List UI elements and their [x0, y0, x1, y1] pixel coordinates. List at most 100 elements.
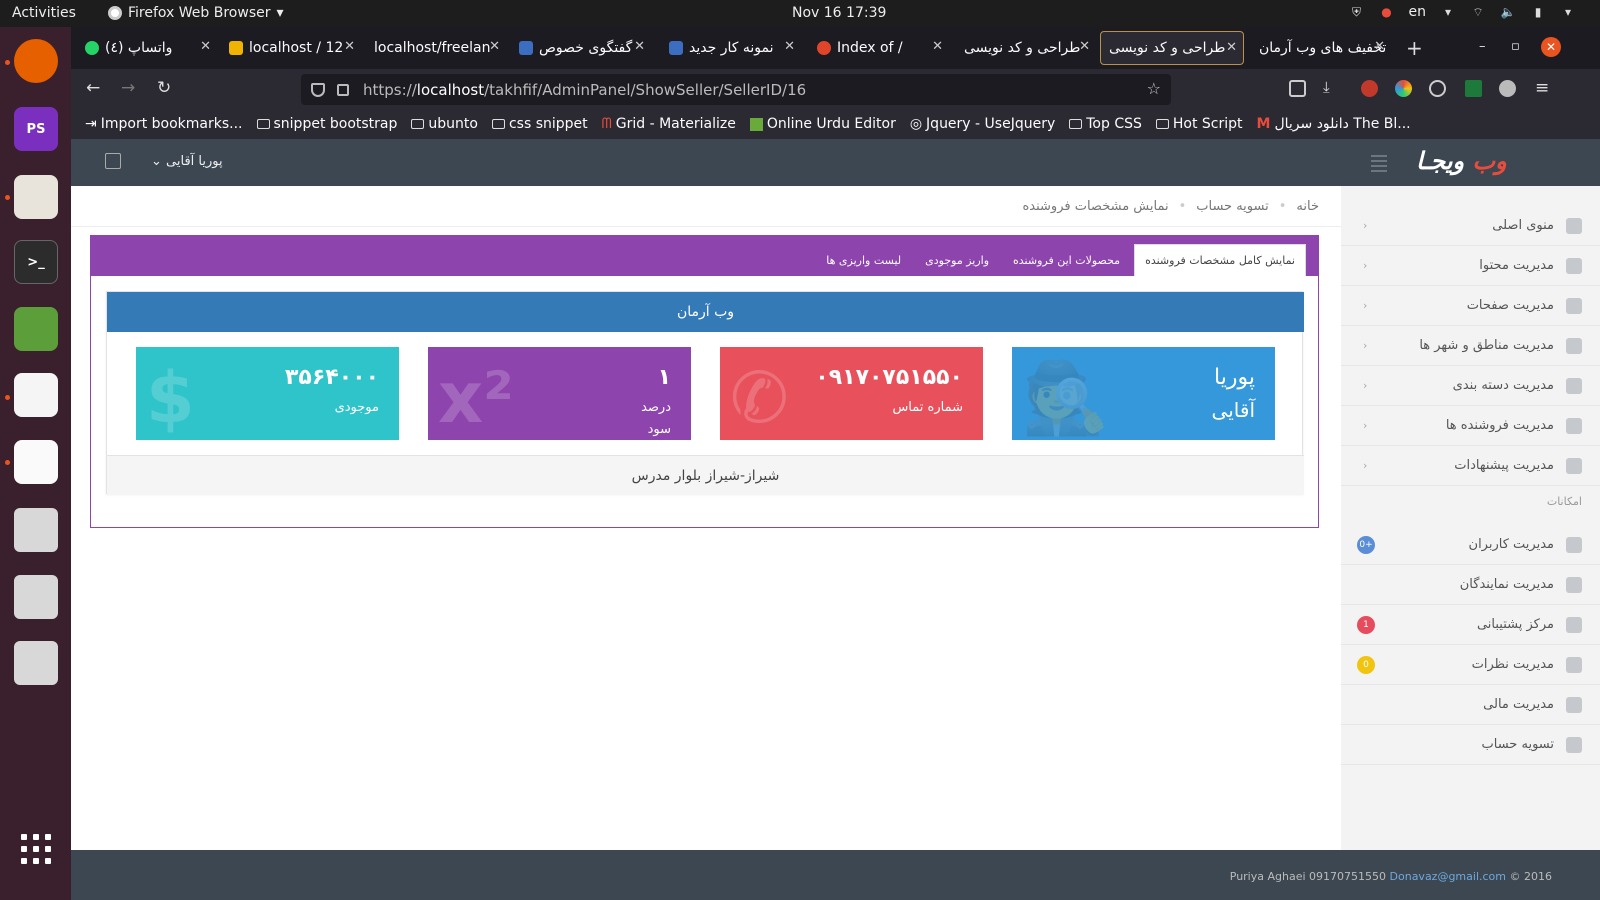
admin-header: ⌄ پوریا آقایی وب ویجـا [71, 139, 1600, 186]
extension-icon[interactable] [1429, 80, 1446, 97]
breadcrumb-parent[interactable]: تسویه حساب [1196, 199, 1268, 214]
chevron-left-icon: ‹ [1363, 419, 1368, 432]
bookmark-item[interactable]: css snippet [491, 116, 588, 132]
battery-icon[interactable]: ▮ [1530, 4, 1546, 20]
bookmark-item[interactable]: ubunto [411, 116, 478, 132]
show-apps-icon[interactable] [21, 834, 51, 864]
app-menu[interactable]: Firefox Web Browser ▾ [108, 5, 284, 21]
sidebar-item-settlement[interactable]: تسویه حساب [1341, 725, 1600, 765]
bookmark-item[interactable]: ⇥ Import bookmarks... [85, 116, 243, 132]
close-icon[interactable]: ✕ [1226, 40, 1237, 55]
terminal-dock-icon[interactable]: >_ [14, 240, 58, 284]
notification-icon[interactable]: ● [1379, 4, 1395, 20]
hamburger-menu-icon[interactable]: ≡ [1535, 78, 1549, 98]
reload-button[interactable]: ↻ [157, 78, 171, 98]
sidebar-item-pages[interactable]: مدیریت صفحات ‹ [1341, 286, 1600, 326]
sidebar-item-finance[interactable]: مدیریت مالی [1341, 685, 1600, 725]
sidebar-item-sellers[interactable]: مدیریت فروشنده ها ‹ [1341, 406, 1600, 446]
browser-tab[interactable]: گفتگوی خصوص ✕ [511, 31, 651, 65]
disk-dock-icon[interactable] [14, 508, 58, 552]
close-icon[interactable]: ✕ [784, 39, 795, 54]
tracking-shield-icon[interactable] [311, 82, 325, 97]
chevron-down-icon: ▾ [1444, 5, 1452, 19]
text-editor-dock-icon[interactable] [14, 440, 58, 484]
close-icon[interactable]: ✕ [489, 39, 500, 54]
bookmark-item[interactable]: Online Urdu Editor [749, 116, 896, 132]
maximize-button[interactable]: ▫ [1511, 39, 1520, 54]
site-logo[interactable]: وب ویجـا [1416, 147, 1507, 175]
sidebar-item-users[interactable]: مدیریت کاربران +0 [1341, 525, 1600, 565]
activities-button[interactable]: Activities [12, 5, 76, 21]
bookmark-item[interactable]: ᗰ Grid - Materialize [602, 116, 736, 132]
bookmark-item[interactable]: Hot Script [1155, 116, 1243, 132]
bookmark-item[interactable]: M دانلود سریال The Bl... [1257, 116, 1411, 132]
phpstorm-dock-icon[interactable]: PS [14, 107, 58, 151]
forward-button[interactable]: → [121, 78, 135, 98]
browser-tab-active[interactable]: طراحی و کد نویسی ✕ [1100, 31, 1244, 65]
window-close-button[interactable]: ✕ [1541, 37, 1561, 57]
browser-tab[interactable]: واتساپ (٤) ✕ [77, 31, 217, 65]
minimize-button[interactable]: – [1479, 39, 1486, 54]
disk-dock-icon[interactable] [14, 575, 58, 619]
tab-deposit-balance[interactable]: واریز موجودی [915, 244, 999, 276]
browser-tab[interactable]: نمونه کار جدید ✕ [661, 31, 801, 65]
bookmark-item[interactable]: ◎ Jquery - UseJquery [910, 116, 1055, 132]
sidebar-item-comments[interactable]: مدیریت نظرات 0 [1341, 645, 1600, 685]
ublock-icon[interactable] [1361, 80, 1378, 97]
system-tray[interactable]: ⛨ ● en ▾ ⌔ 🔈 ▮ ▾ [1349, 4, 1577, 20]
close-icon[interactable]: ✕ [1079, 39, 1090, 54]
check-icon [1566, 736, 1582, 753]
download-icon[interactable]: ⤓ [1323, 78, 1330, 96]
close-icon[interactable]: ✕ [1374, 39, 1385, 54]
browser-tab[interactable]: طراحی و کد نویسی ✕ [956, 31, 1096, 65]
bookmark-item[interactable]: Top CSS [1069, 116, 1142, 132]
browser-tab[interactable]: localhost / 12 ✕ [221, 31, 361, 65]
cart-icon [1566, 457, 1582, 474]
tab-seller-products[interactable]: محصولات این فروشنده [1003, 244, 1130, 276]
browser-tab[interactable]: Index of / ✕ [809, 31, 949, 65]
close-icon[interactable]: ✕ [634, 39, 645, 54]
logout-icon[interactable] [105, 153, 121, 169]
sidebar-item-label: مدیریت صفحات [1466, 298, 1554, 313]
new-tab-button[interactable]: + [1406, 36, 1423, 60]
shield-icon[interactable]: ⛨ [1349, 4, 1365, 20]
lock-icon[interactable] [337, 83, 349, 96]
extension-icon[interactable] [1465, 80, 1482, 97]
pocket-icon[interactable] [1289, 80, 1306, 97]
editor-dock-icon[interactable] [14, 307, 58, 351]
sidebar-item-content[interactable]: مدیریت محتوا ‹ [1341, 246, 1600, 286]
back-button[interactable]: ← [86, 78, 100, 98]
sidebar-item-representatives[interactable]: مدیریت نمایندگان [1341, 565, 1600, 605]
sidebar-item-regions[interactable]: مدیریت مناطق و شهر ها ‹ [1341, 326, 1600, 366]
document-viewer-dock-icon[interactable] [14, 373, 58, 417]
tab-seller-details[interactable]: نمایش کامل مشخصات فروشنده [1134, 244, 1306, 276]
wifi-icon[interactable]: ⌔ [1470, 4, 1486, 20]
close-icon[interactable]: ✕ [932, 39, 943, 54]
sidebar-item-main-menu[interactable]: منوی اصلی ‹ [1341, 206, 1600, 246]
disk-dock-icon[interactable] [14, 641, 58, 685]
footer-email-link[interactable]: Donavaz@gmail.com [1390, 870, 1506, 883]
close-icon[interactable]: ✕ [344, 39, 355, 54]
bookmark-star-icon[interactable]: ☆ [1147, 79, 1161, 98]
browser-tab[interactable]: تخفیف های وب آرمان ✕ [1251, 31, 1391, 65]
sidebar-toggle-icon[interactable] [1371, 155, 1387, 172]
bookmark-item[interactable]: snippet bootstrap [256, 116, 397, 132]
sidebar-item-offers[interactable]: مدیریت پیشنهادات ‹ [1341, 446, 1600, 486]
browser-tab[interactable]: localhost/freelan ✕ [366, 31, 506, 65]
sidebar-item-support[interactable]: مرکز پشتیبانی 1 [1341, 605, 1600, 645]
breadcrumb-home[interactable]: خانه [1296, 199, 1319, 214]
url-text[interactable]: https://localhost/takhfif/AdminPanel/Sho… [363, 81, 806, 99]
close-icon[interactable]: ✕ [200, 39, 211, 54]
list-icon [1566, 377, 1582, 394]
color-picker-icon[interactable] [1395, 80, 1412, 97]
tab-deposits-list[interactable]: لیست واریزی ها [816, 244, 911, 276]
clock[interactable]: Nov 16 17:39 [792, 5, 886, 21]
address-bar[interactable]: https://localhost/takhfif/AdminPanel/Sho… [301, 74, 1171, 105]
user-menu[interactable]: ⌄ پوریا آقایی [151, 154, 223, 169]
volume-icon[interactable]: 🔈 [1500, 4, 1516, 20]
sidebar-item-categories[interactable]: مدیریت دسته بندی ‹ [1341, 366, 1600, 406]
extension-icon[interactable] [1499, 80, 1516, 97]
firefox-dock-icon[interactable] [14, 39, 58, 83]
files-dock-icon[interactable] [14, 175, 58, 219]
keyboard-layout[interactable]: en [1409, 4, 1427, 20]
